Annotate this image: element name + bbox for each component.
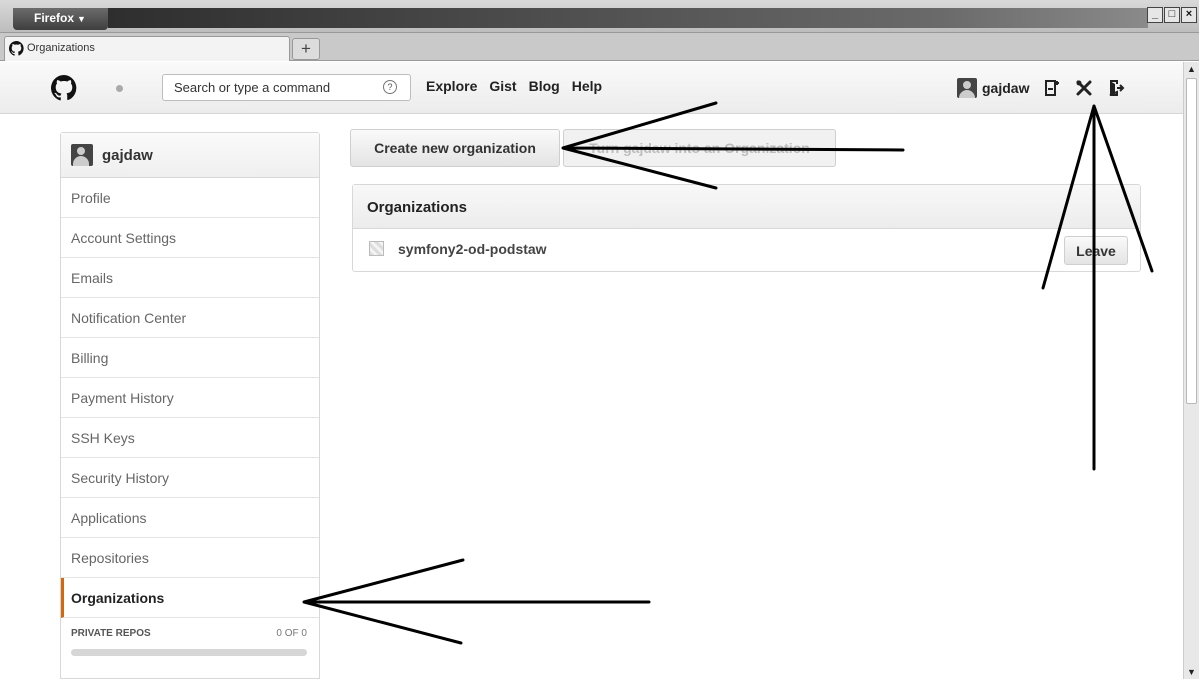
private-repos-panel: PRIVATE REPOS 0 OF 0 <box>61 618 319 656</box>
leave-organization-button[interactable]: Leave <box>1064 236 1128 265</box>
firefox-menu-button[interactable]: Firefox ▼ <box>13 8 108 30</box>
sidebar-header: gajdaw <box>61 133 319 178</box>
arrow-to-tools-icon <box>1041 104 1154 471</box>
vertical-scrollbar[interactable]: ▲ ▼ <box>1183 62 1199 679</box>
browser-titlebar: Firefox ▼ _ □ × <box>0 0 1199 33</box>
scroll-up-icon[interactable]: ▲ <box>1187 64 1196 74</box>
notification-dot-icon[interactable] <box>116 85 123 92</box>
sidebar-username: gajdaw <box>102 146 153 164</box>
settings-sidebar: gajdaw Profile Account Settings Emails N… <box>60 132 320 679</box>
settings-tools-icon[interactable] <box>1075 79 1093 97</box>
sidebar-item-profile[interactable]: Profile <box>61 178 319 218</box>
sidebar-item-repositories[interactable]: Repositories <box>61 538 319 578</box>
avatar[interactable] <box>957 77 977 98</box>
sidebar-item-ssh-keys[interactable]: SSH Keys <box>61 418 319 458</box>
nav-gist[interactable]: Gist <box>489 78 516 94</box>
sidebar-item-account-settings[interactable]: Account Settings <box>61 218 319 258</box>
sidebar-item-emails[interactable]: Emails <box>61 258 319 298</box>
scrollbar-thumb[interactable] <box>1186 78 1197 404</box>
minimize-button[interactable]: _ <box>1147 7 1163 23</box>
sidebar-item-security-history[interactable]: Security History <box>61 458 319 498</box>
tab-bar: Organizations + <box>0 33 1199 61</box>
sidebar-item-billing[interactable]: Billing <box>61 338 319 378</box>
window-controls: _ □ × <box>1147 7 1197 23</box>
nav-help[interactable]: Help <box>572 78 602 94</box>
header-username[interactable]: gajdaw <box>982 80 1029 96</box>
sidebar-item-notification-center[interactable]: Notification Center <box>61 298 319 338</box>
close-window-button[interactable]: × <box>1181 7 1197 23</box>
browser-tab-organizations[interactable]: Organizations <box>4 36 290 61</box>
sidebar-item-applications[interactable]: Applications <box>61 498 319 538</box>
organizations-title: Organizations <box>353 185 1140 229</box>
sidebar-item-organizations[interactable]: Organizations <box>61 578 319 618</box>
github-logo-icon[interactable] <box>51 75 77 101</box>
nav-explore[interactable]: Explore <box>426 78 477 94</box>
search-box: ? <box>162 74 411 101</box>
header-nav: Explore Gist Blog Help <box>426 78 602 94</box>
private-repos-label: PRIVATE REPOS <box>71 628 151 639</box>
sign-out-icon[interactable] <box>1107 79 1125 97</box>
nav-blog[interactable]: Blog <box>529 78 560 94</box>
organization-name[interactable]: symfony2-od-podstaw <box>398 241 547 257</box>
organization-avatar-icon <box>369 241 384 256</box>
sidebar-item-payment-history[interactable]: Payment History <box>61 378 319 418</box>
search-input[interactable] <box>174 80 369 95</box>
repo-create-icon[interactable] <box>1043 79 1061 97</box>
github-header: ? Explore Gist Blog Help gajdaw <box>0 62 1183 114</box>
arrow-to-organizations-item <box>302 558 651 645</box>
user-nav: gajdaw <box>957 74 1125 101</box>
title-strip <box>108 8 1148 28</box>
create-organization-button[interactable]: Create new organization <box>350 129 560 167</box>
chevron-down-icon: ▼ <box>77 14 86 24</box>
organizations-box: Organizations symfony2-od-podstaw Leave <box>352 184 1141 272</box>
firefox-menu-label: Firefox <box>34 11 75 25</box>
github-favicon-icon <box>9 41 24 56</box>
list-item: symfony2-od-podstaw Leave <box>353 229 1140 271</box>
maximize-button[interactable]: □ <box>1164 7 1180 23</box>
sidebar-avatar <box>71 144 93 166</box>
scroll-down-icon[interactable]: ▼ <box>1187 667 1196 677</box>
private-repos-usage-bar <box>71 649 307 656</box>
turn-into-organization-button[interactable]: Turn gajdaw into an Organization <box>563 129 836 167</box>
search-help-icon[interactable]: ? <box>383 80 397 94</box>
page-viewport: ? Explore Gist Blog Help gajdaw <box>0 62 1183 679</box>
private-repos-count: 0 OF 0 <box>276 628 307 639</box>
tab-title: Organizations <box>27 42 95 54</box>
new-tab-button[interactable]: + <box>292 38 320 60</box>
